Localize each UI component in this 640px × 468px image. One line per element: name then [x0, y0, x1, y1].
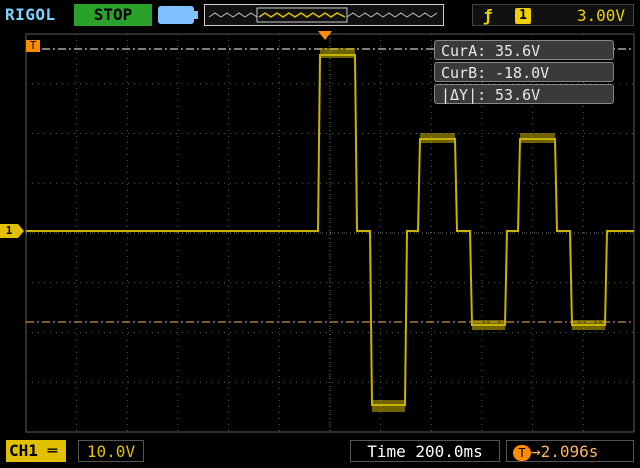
trigger-delay-icon: T — [513, 444, 531, 461]
waveform-noise-top — [320, 48, 355, 58]
cursor-a-value: 35.6V — [495, 42, 541, 60]
trigger-panel[interactable]: ƒ 1 3.00V — [472, 4, 634, 26]
waveform-noise-neg1 — [472, 320, 505, 330]
waveform-noise-neg2 — [572, 320, 605, 330]
cursor-a-label: CurA: — [441, 42, 487, 60]
brand-logo: RIGOL — [5, 5, 56, 24]
ch1-offset-marker[interactable]: 1 — [0, 224, 24, 238]
waveform-noise-mid2 — [520, 133, 555, 143]
cursor-b-readout: CurB: -18.0V — [434, 62, 614, 82]
delta-y-readout: |ΔY|: 53.6V — [434, 84, 614, 104]
cursor-a-readout: CurA: 35.6V — [434, 40, 614, 60]
trigger-delay-value: 2.096s — [540, 442, 599, 461]
memory-depth-bar[interactable] — [204, 4, 444, 26]
ch1-vertical-scale[interactable]: 10.0V — [78, 440, 144, 462]
ch1-channel-tag[interactable]: CH1 ═ — [6, 440, 66, 462]
timebase-readout[interactable]: Time 200.0ms — [350, 440, 500, 462]
memory-waveform-icon — [208, 7, 438, 23]
trigger-level: 3.00V — [576, 6, 625, 25]
waveform-noise-mid1 — [420, 133, 455, 143]
cursor-b-value: -18.0V — [495, 64, 550, 82]
trigger-position-icon[interactable] — [318, 31, 332, 40]
delay-arrow-icon: → — [531, 442, 541, 461]
rising-edge-icon: ƒ — [483, 6, 493, 25]
waveform-noise-low — [372, 400, 405, 412]
battery-icon — [158, 6, 198, 24]
trigger-top-marker: T — [26, 40, 40, 52]
trigger-delay-readout[interactable]: T →2.096s — [506, 440, 634, 462]
run-state-badge[interactable]: STOP — [74, 4, 152, 26]
delta-y-label: |ΔY|: — [441, 86, 487, 104]
trigger-source: 1 — [515, 8, 531, 24]
dc-coupling-icon: ═ — [37, 441, 58, 460]
delta-y-value: 53.6V — [495, 86, 541, 104]
cursor-b-label: CurB: — [441, 64, 487, 82]
ch1-label: CH1 — [9, 441, 38, 460]
